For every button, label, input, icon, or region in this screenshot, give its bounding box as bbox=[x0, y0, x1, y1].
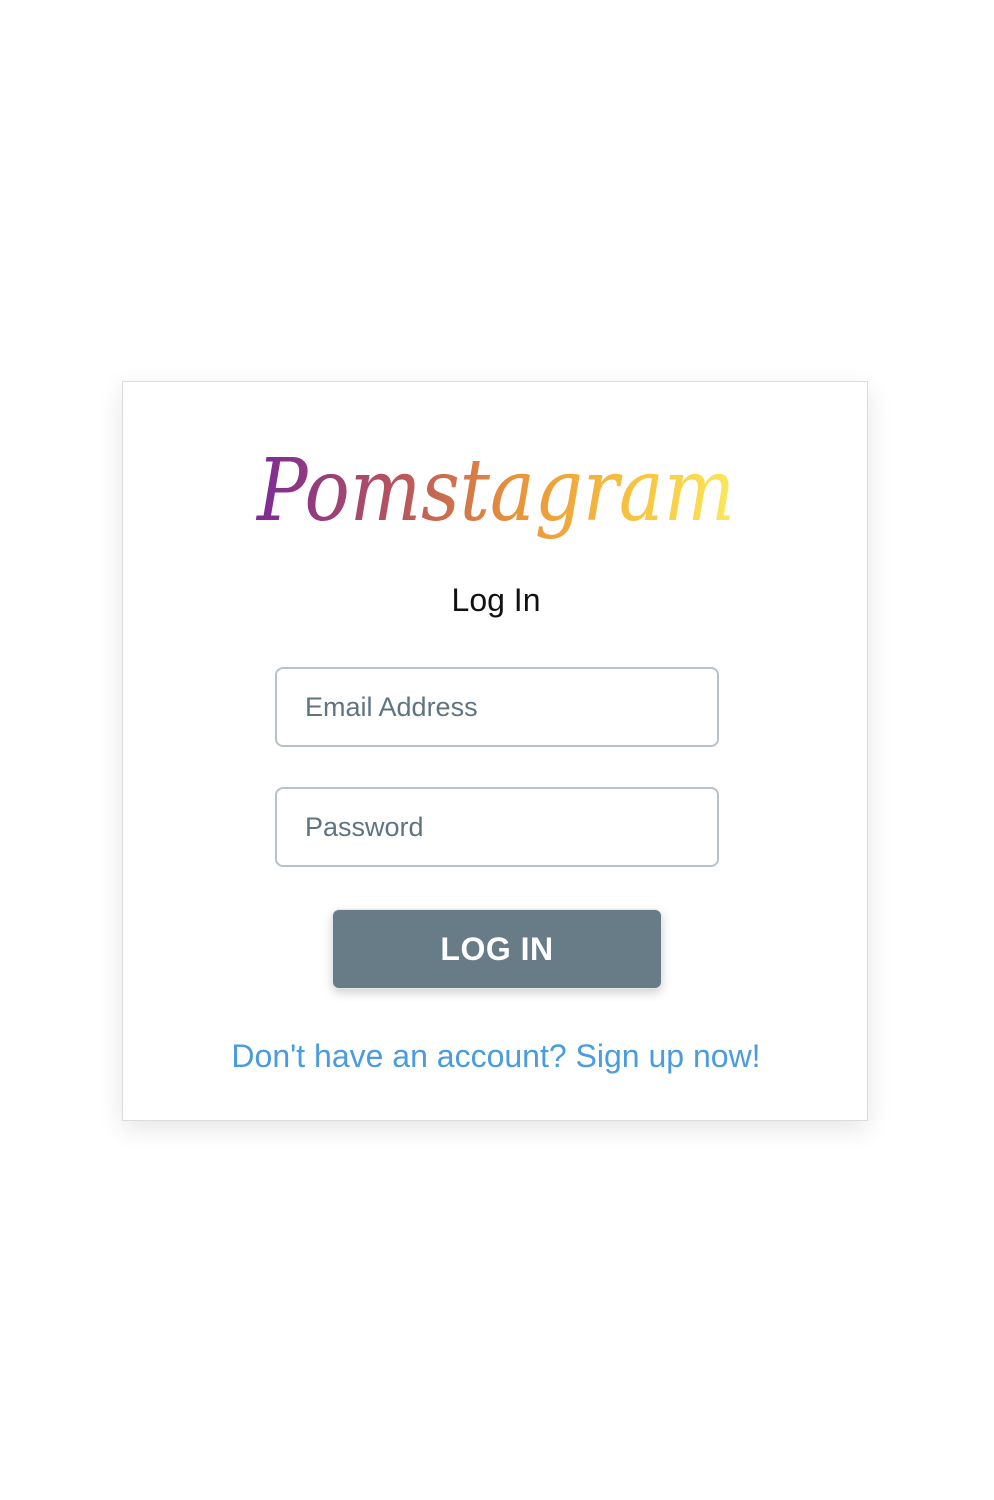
page: Pomstagram Log In LOG IN Don't have an a… bbox=[0, 0, 994, 1500]
brand-logo: Pomstagram bbox=[123, 440, 869, 570]
email-field[interactable] bbox=[275, 667, 719, 747]
brand-name: Pomstagram bbox=[255, 441, 735, 541]
password-field[interactable] bbox=[275, 787, 719, 867]
login-card: Pomstagram Log In LOG IN Don't have an a… bbox=[122, 381, 868, 1121]
brand-logo-svg: Pomstagram bbox=[255, 441, 735, 541]
page-title: Log In bbox=[451, 582, 541, 618]
signup-link[interactable]: Don't have an account? Sign up now! bbox=[123, 1036, 869, 1076]
login-button[interactable]: LOG IN bbox=[332, 909, 662, 989]
